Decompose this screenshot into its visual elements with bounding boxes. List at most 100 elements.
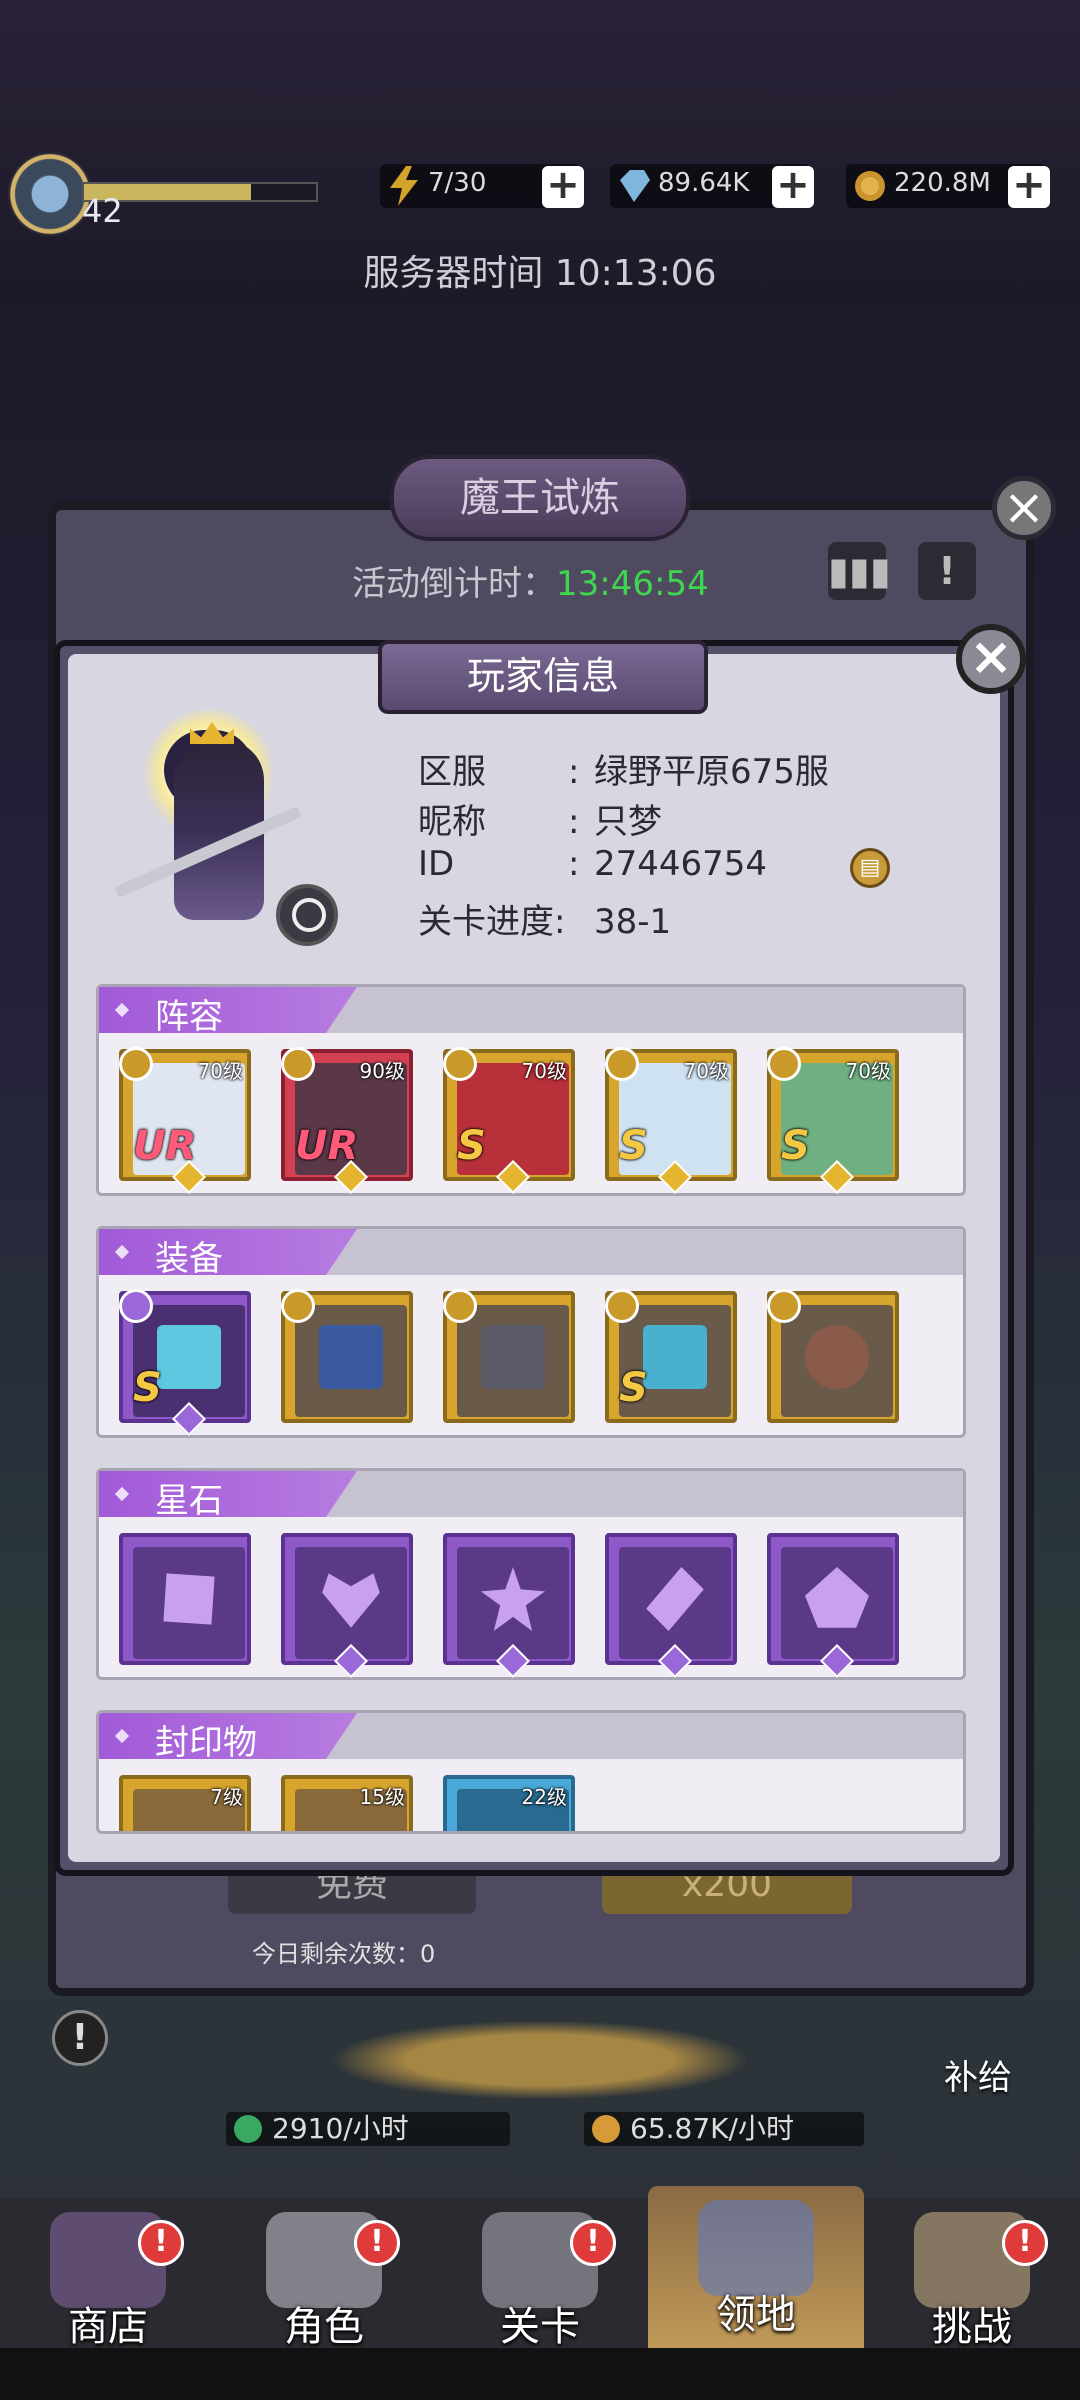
- lineup-label: 阵容: [155, 997, 223, 1037]
- rules-button[interactable]: !: [918, 542, 976, 600]
- lightning-icon: [390, 166, 418, 206]
- id-label: ID: [418, 844, 455, 884]
- hero-level: 90级: [359, 1059, 405, 1083]
- supply-button[interactable]: 补给: [944, 2050, 1012, 2099]
- starstone-slot[interactable]: [281, 1533, 413, 1678]
- diamond-counter: 89.64K +: [610, 164, 814, 208]
- info-server: 区服: 绿野平原675服: [418, 744, 829, 793]
- nav-item-1[interactable]: 商店!: [0, 2198, 216, 2350]
- equipment-section: 装备 S S: [96, 1226, 966, 1438]
- coin-icon: [592, 2115, 620, 2143]
- diamond-icon: [620, 170, 650, 202]
- equipment-slot[interactable]: [281, 1289, 413, 1423]
- seal-slot[interactable]: 7级: [119, 1775, 251, 1831]
- rarity-label: S: [133, 1365, 162, 1411]
- square-gem-icon: [163, 1573, 215, 1625]
- server-label: 区服: [418, 752, 486, 792]
- hero-slot[interactable]: 90级 UR: [281, 1047, 413, 1194]
- equipment-slot[interactable]: S: [605, 1289, 737, 1423]
- server-value: 绿野平原675服: [594, 752, 829, 792]
- seal-slot[interactable]: 15级: [281, 1775, 413, 1831]
- class-badge-icon: [119, 1047, 153, 1081]
- nav-label: 角色: [284, 2304, 364, 2350]
- add-gold-button[interactable]: +: [1008, 165, 1050, 208]
- trial-close-button[interactable]: ×: [992, 476, 1056, 540]
- equipment-slot[interactable]: S: [119, 1289, 251, 1436]
- class-badge-icon: [767, 1047, 801, 1081]
- modal-title: 玩家信息: [378, 640, 708, 714]
- countdown-label: 活动倒计时：: [352, 564, 556, 604]
- slot-type-icon: [119, 1289, 153, 1323]
- starstone-slot[interactable]: [443, 1533, 575, 1678]
- class-badge-icon: [443, 1047, 477, 1081]
- rarity-label: S: [619, 1365, 648, 1411]
- alert-badge-icon: !: [1002, 2220, 1048, 2266]
- colon: :: [568, 844, 580, 884]
- nav-item-4[interactable]: 领地: [648, 2186, 864, 2348]
- stage-value: 38-1: [594, 902, 672, 942]
- ring-icon: [805, 1325, 869, 1389]
- coin-icon: [855, 171, 885, 201]
- rarity-label: S: [619, 1123, 648, 1169]
- hero-level: 70级: [845, 1059, 891, 1083]
- info-nickname: 昵称: 只梦: [418, 794, 662, 843]
- seal-section: 封印物 7级 15级 22级: [96, 1710, 966, 1834]
- equipment-slot[interactable]: [767, 1289, 899, 1423]
- nav-item-3[interactable]: 关卡!: [432, 2198, 648, 2350]
- starstone-slot[interactable]: [119, 1533, 251, 1665]
- seal-level: 22级: [521, 1785, 567, 1809]
- gold-value: 220.8M: [894, 168, 991, 198]
- starstone-section: 星石: [96, 1468, 966, 1680]
- alert-badge-icon: !: [354, 2220, 400, 2266]
- nav-item-5[interactable]: 挑战!: [864, 2198, 1080, 2350]
- trident-icon: [157, 1325, 221, 1389]
- add-energy-button[interactable]: +: [542, 165, 584, 208]
- section-tab: [99, 1471, 357, 1517]
- gold-rate: 65.87K/小时: [584, 2112, 864, 2146]
- magnifier-icon[interactable]: [276, 884, 338, 946]
- energy-counter: 7/30 +: [380, 164, 584, 208]
- slot-type-icon: [605, 1289, 639, 1323]
- nickname-label: 昵称: [418, 802, 486, 842]
- copy-id-icon[interactable]: ▤: [850, 848, 890, 888]
- modal-close-button[interactable]: ×: [956, 624, 1026, 694]
- diamond-value: 89.64K: [658, 168, 750, 198]
- remaining-attempts: 今日剩余次数：0: [252, 1940, 436, 1968]
- energy-value: 7/30: [428, 168, 487, 198]
- starstone-slot[interactable]: [767, 1533, 899, 1678]
- system-bar: [0, 2348, 1080, 2400]
- ranking-button[interactable]: ▮▮▮: [828, 542, 891, 600]
- id-value: 27446754: [594, 844, 768, 884]
- nav-label: 关卡: [500, 2304, 580, 2350]
- server-time: 服务器时间 10:13:06: [363, 253, 717, 294]
- add-diamond-button[interactable]: +: [772, 165, 814, 208]
- hero-slot[interactable]: 70级 S: [767, 1047, 899, 1194]
- hero-slot[interactable]: 70级 S: [443, 1047, 575, 1194]
- hero-slot[interactable]: 70级 UR: [119, 1047, 251, 1194]
- seal-level: 15级: [359, 1785, 405, 1809]
- seal-level: 7级: [210, 1785, 243, 1809]
- slot-type-icon: [443, 1289, 477, 1323]
- nav-label: 挑战: [932, 2304, 1012, 2350]
- rarity-label: S: [457, 1123, 486, 1169]
- armor-icon: [643, 1325, 707, 1389]
- book-icon: [319, 1325, 383, 1389]
- gold-rate-value: 65.87K/小时: [630, 2112, 794, 2145]
- colon: :: [568, 802, 580, 842]
- player-level: 42: [82, 192, 123, 230]
- hero-slot[interactable]: 70级 S: [605, 1047, 737, 1194]
- seal-slot[interactable]: 22级: [443, 1775, 575, 1831]
- equipment-slot[interactable]: [443, 1289, 575, 1423]
- nickname-value: 只梦: [594, 802, 662, 842]
- nav-item-2[interactable]: 角色!: [216, 2198, 432, 2350]
- level-emblem-icon[interactable]: [8, 152, 92, 236]
- class-badge-icon: [281, 1047, 315, 1081]
- class-badge-icon: [605, 1047, 639, 1081]
- hero-level: 70级: [683, 1059, 729, 1083]
- info-button[interactable]: !: [52, 2010, 108, 2066]
- trial-title: 魔王试炼: [390, 455, 690, 541]
- starstone-slot[interactable]: [605, 1533, 737, 1678]
- top-hud: 42 7/30 + 89.64K + 220.8M +: [0, 140, 1080, 240]
- info-id: ID:27446754: [418, 844, 767, 884]
- colon: :: [568, 752, 580, 792]
